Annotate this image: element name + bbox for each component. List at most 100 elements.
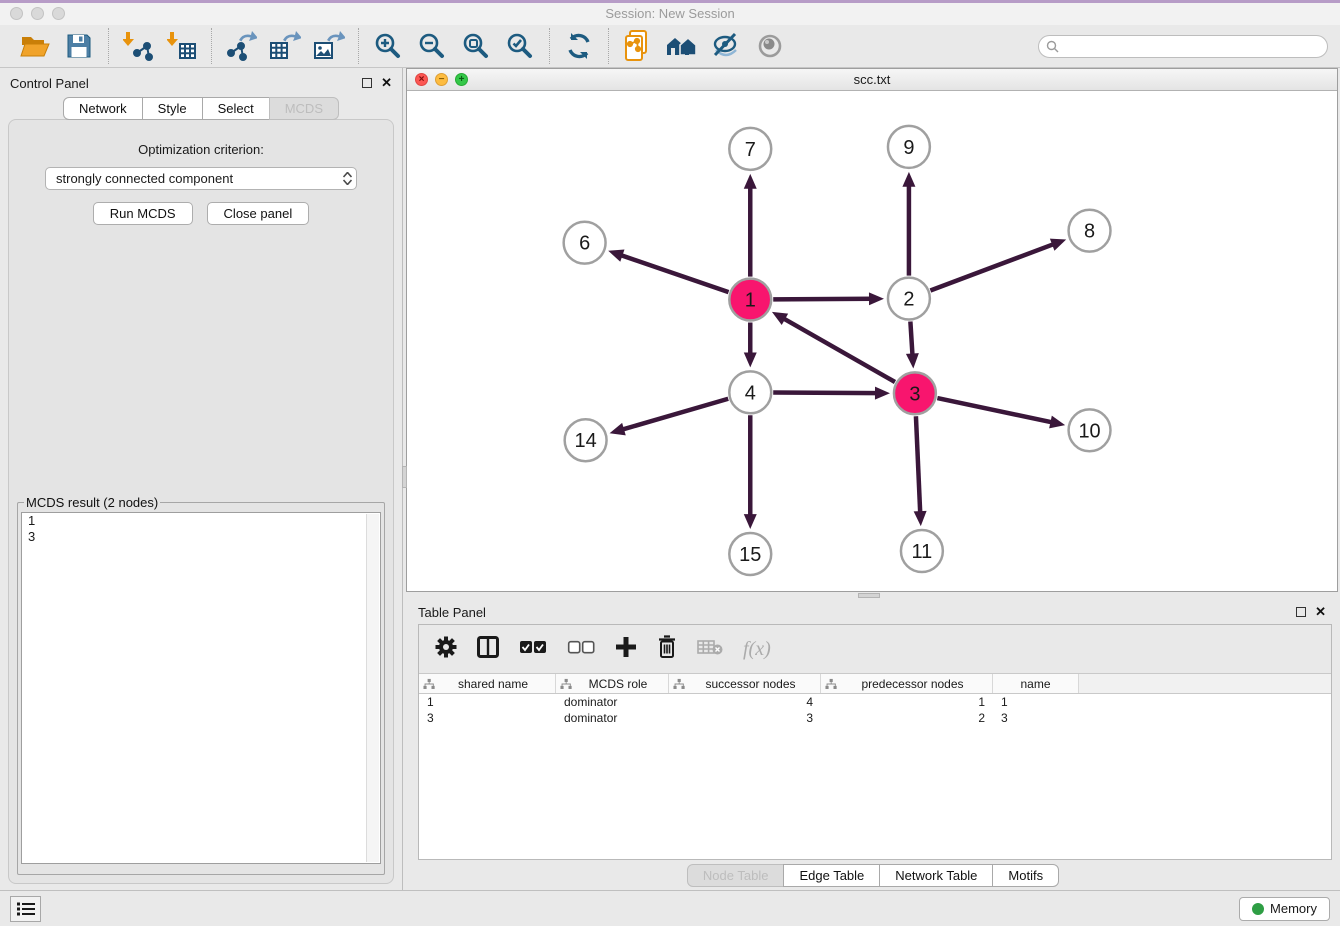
graph-edge-4-14[interactable] (620, 399, 728, 430)
table-row[interactable]: 3dominator323 (419, 710, 1331, 726)
close-panel-button[interactable]: Close panel (207, 202, 310, 225)
scrollbar-track[interactable] (366, 514, 379, 862)
table-cell[interactable]: 4 (669, 694, 821, 710)
vertical-splitter[interactable] (402, 68, 406, 890)
column-header-shared-name[interactable]: shared name (419, 674, 556, 693)
table-cell[interactable]: 1 (419, 694, 556, 710)
tab-edge-table[interactable]: Edge Table (783, 864, 880, 887)
mcds-result-item[interactable]: 1 (22, 513, 380, 529)
select-stepper-icon (343, 172, 352, 185)
table-cell[interactable]: dominator (556, 694, 669, 710)
close-window-button[interactable] (10, 7, 23, 20)
export-image-icon[interactable] (311, 28, 347, 64)
memory-button[interactable]: Memory (1239, 897, 1330, 921)
network-graph[interactable]: 1234678910111415 (407, 91, 1337, 591)
table-cell[interactable]: dominator (556, 710, 669, 726)
node-label: 9 (903, 137, 914, 159)
zoom-fit-icon[interactable] (458, 28, 494, 64)
close-panel-icon[interactable]: ✕ (381, 78, 392, 88)
main-area: Control Panel ✕ NetworkStyleSelectMCDS O… (0, 68, 1340, 890)
close-network-button[interactable]: × (415, 73, 428, 86)
close-panel-icon[interactable]: ✕ (1315, 607, 1326, 617)
save-session-icon[interactable] (61, 28, 97, 64)
zoom-window-button[interactable] (52, 7, 65, 20)
add-column-icon[interactable] (615, 636, 637, 663)
search-input[interactable] (1038, 35, 1328, 58)
settings-gear-icon[interactable] (435, 636, 457, 663)
zoom-selected-icon[interactable] (502, 28, 538, 64)
header-filler (1079, 674, 1331, 693)
export-network-icon[interactable] (223, 28, 259, 64)
graph-edge-3-1[interactable] (781, 317, 894, 382)
open-session-icon[interactable] (17, 28, 53, 64)
table-cell[interactable]: 3 (993, 710, 1079, 726)
graph-edge-4-3[interactable] (773, 392, 879, 393)
network-window-title: scc.txt (407, 69, 1337, 90)
node-label: 7 (745, 139, 756, 161)
column-header-name[interactable]: name (993, 674, 1079, 693)
node-label: 3 (909, 383, 920, 405)
mcds-result-list[interactable]: 13 (21, 512, 381, 864)
toggle-column-view-icon[interactable] (477, 636, 499, 663)
column-header-successor-nodes[interactable]: successor nodes (669, 674, 821, 693)
network-canvas[interactable]: 1234678910111415 (407, 91, 1337, 591)
minimize-network-button[interactable]: − (435, 73, 448, 86)
network-overview-icon[interactable] (664, 28, 700, 64)
zoom-in-icon[interactable] (370, 28, 406, 64)
maximize-network-button[interactable]: + (455, 73, 468, 86)
table-row[interactable]: 1dominator411 (419, 694, 1331, 710)
table-cell[interactable]: 1 (993, 694, 1079, 710)
minimize-window-button[interactable] (31, 7, 44, 20)
tab-network-table[interactable]: Network Table (879, 864, 993, 887)
column-header-MCDS-role[interactable]: MCDS role (556, 674, 669, 693)
graph-edge-2-3[interactable] (910, 321, 912, 357)
table-cell[interactable]: 3 (419, 710, 556, 726)
graph-edge-2-8[interactable] (930, 243, 1055, 290)
deselect-all-icon[interactable] (567, 640, 595, 659)
export-table-icon[interactable] (267, 28, 303, 64)
delete-table-icon[interactable] (697, 639, 723, 660)
node-label: 8 (1084, 221, 1095, 243)
table-cell[interactable]: 1 (821, 694, 993, 710)
graph-edge-1-2[interactable] (773, 299, 873, 300)
show-panels-eye-icon[interactable] (752, 28, 788, 64)
table-toolbar: f(x) (419, 625, 1331, 673)
memory-status-dot (1252, 903, 1264, 915)
tab-select[interactable]: Select (202, 97, 270, 120)
import-table-icon[interactable] (164, 28, 200, 64)
graph-edge-3-10[interactable] (937, 398, 1054, 423)
selected-option: strongly connected component (56, 171, 233, 186)
mcds-result-item[interactable]: 3 (22, 529, 380, 545)
tab-node-table[interactable]: Node Table (687, 864, 785, 887)
tab-mcds[interactable]: MCDS (269, 97, 339, 120)
task-history-button[interactable] (10, 896, 41, 922)
delete-column-trash-icon[interactable] (657, 635, 677, 664)
optimization-criterion-select[interactable]: strongly connected component (45, 167, 357, 190)
float-panel-icon[interactable] (1296, 607, 1306, 617)
function-builder-icon[interactable]: f(x) (743, 638, 771, 661)
apply-layout-icon[interactable] (561, 28, 597, 64)
edge-arrowhead (610, 423, 626, 435)
edge-arrowhead (875, 387, 890, 400)
hide-panels-eye-icon[interactable] (708, 28, 744, 64)
float-panel-icon[interactable] (362, 78, 372, 88)
node-label: 2 (903, 289, 914, 311)
import-network-icon[interactable] (120, 28, 156, 64)
splitter-grip[interactable] (858, 593, 880, 598)
graph-edge-1-6[interactable] (619, 254, 729, 292)
zoom-out-icon[interactable] (414, 28, 450, 64)
table-cell[interactable]: 3 (669, 710, 821, 726)
table-cell[interactable]: 2 (821, 710, 993, 726)
duplicate-network-icon[interactable] (620, 28, 656, 64)
horizontal-splitter[interactable] (406, 592, 1340, 600)
tab-style[interactable]: Style (142, 97, 203, 120)
graph-edge-3-11[interactable] (916, 416, 920, 515)
edge-arrowhead (744, 514, 757, 529)
run-mcds-button[interactable]: Run MCDS (93, 202, 193, 225)
tab-network[interactable]: Network (63, 97, 143, 120)
node-label: 11 (912, 541, 933, 563)
main-toolbar (0, 25, 1340, 68)
tab-motifs[interactable]: Motifs (992, 864, 1059, 887)
column-header-predecessor-nodes[interactable]: predecessor nodes (821, 674, 993, 693)
select-all-icon[interactable] (519, 640, 547, 659)
